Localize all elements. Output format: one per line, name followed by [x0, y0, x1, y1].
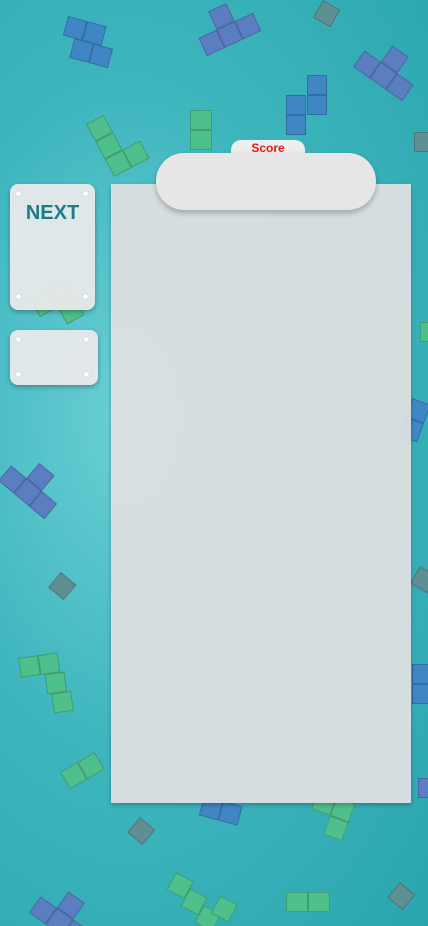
screw-dot: [83, 294, 88, 299]
score-display: [156, 153, 376, 210]
screw-dot: [16, 337, 21, 342]
game-board[interactable]: [111, 184, 411, 803]
screw-dot: [84, 337, 89, 342]
screw-dot: [16, 191, 21, 196]
next-title: NEXT: [25, 202, 80, 224]
next-piece-panel: NEXT: [10, 184, 95, 310]
screw-dot: [16, 372, 21, 377]
screw-dot: [16, 294, 21, 299]
screw-dot: [84, 372, 89, 377]
screw-dot: [83, 191, 88, 196]
hold-piece-panel: [10, 330, 98, 385]
